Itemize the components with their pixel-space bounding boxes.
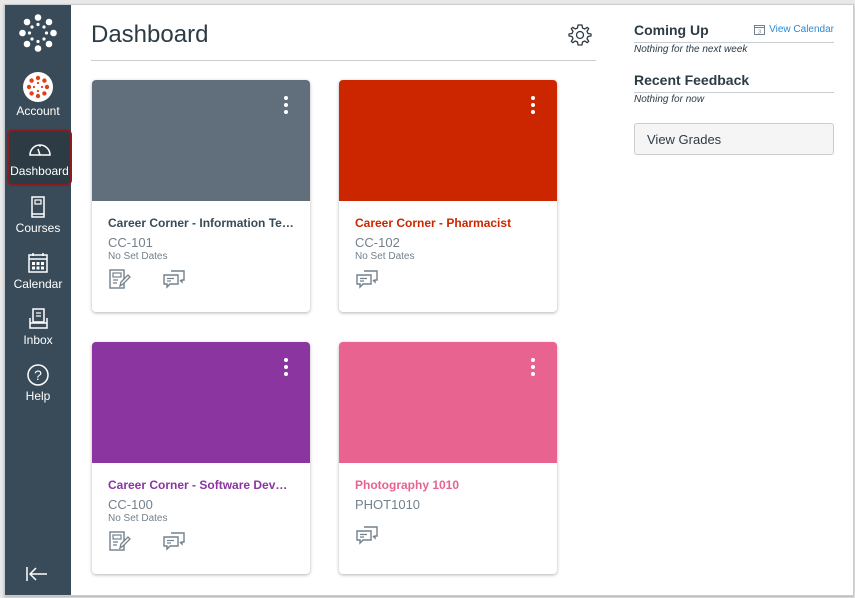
- coming-up-header: Coming Up 3 View Calendar: [634, 22, 834, 43]
- nav-label: Courses: [15, 221, 61, 235]
- dashboard-gauge-icon: [28, 144, 51, 156]
- discussions-icon[interactable]: [355, 268, 379, 290]
- courses-book-icon: [31, 196, 45, 218]
- nav-account[interactable]: Account: [5, 72, 71, 118]
- course-title[interactable]: Career Corner - Pharmacist: [355, 216, 541, 230]
- discussions-icon[interactable]: [355, 524, 379, 546]
- recent-feedback-title: Recent Feedback: [634, 72, 750, 88]
- svg-text:?: ?: [34, 367, 42, 383]
- account-avatar-icon: [23, 72, 53, 102]
- course-card-hero[interactable]: [92, 80, 310, 201]
- nav-help[interactable]: ? Help: [5, 363, 71, 403]
- discussions-icon[interactable]: [162, 268, 186, 290]
- help-question-icon: ?: [27, 364, 49, 386]
- course-title[interactable]: Career Corner - Information Techn...: [108, 216, 294, 230]
- course-card[interactable]: Photography 1010 PHOT1010: [339, 342, 557, 574]
- view-grades-button[interactable]: View Grades: [634, 123, 834, 155]
- course-code: CC-100: [108, 497, 153, 512]
- nav-courses[interactable]: Courses: [5, 195, 71, 235]
- view-calendar-link[interactable]: 3 View Calendar: [754, 24, 834, 35]
- nav-label: Account: [16, 104, 60, 118]
- inbox-icon: [29, 308, 48, 329]
- nav-label: Dashboard: [10, 164, 69, 178]
- card-options-icon[interactable]: [282, 96, 290, 118]
- nav-label: Help: [25, 389, 51, 403]
- card-options-icon[interactable]: [282, 358, 290, 380]
- course-code: CC-101: [108, 235, 153, 250]
- course-code: CC-102: [355, 235, 400, 250]
- view-calendar-label: View Calendar: [769, 24, 834, 35]
- coming-up-empty: Nothing for the next week: [634, 44, 748, 55]
- course-term: No Set Dates: [108, 251, 168, 262]
- svg-text:3: 3: [758, 29, 761, 35]
- recent-feedback-empty: Nothing for now: [634, 94, 705, 105]
- course-title[interactable]: Photography 1010: [355, 478, 541, 492]
- collapse-arrow-icon[interactable]: [25, 565, 49, 583]
- recent-feedback-header: Recent Feedback: [634, 72, 834, 93]
- assignments-icon[interactable]: [108, 268, 132, 290]
- course-card[interactable]: Career Corner - Information Techn... CC-…: [92, 80, 310, 312]
- gear-icon[interactable]: [568, 23, 592, 47]
- course-card[interactable]: Career Corner - Software Developer CC-10…: [92, 342, 310, 574]
- course-term: No Set Dates: [108, 513, 168, 524]
- discussions-icon[interactable]: [162, 530, 186, 552]
- card-options-icon[interactable]: [529, 96, 537, 118]
- nav-label: Inbox: [23, 333, 53, 347]
- course-card-hero[interactable]: [92, 342, 310, 463]
- calendar-small-icon: 3: [754, 25, 766, 35]
- canvas-window: Account Dashboard Courses Calendar Inbox…: [4, 4, 854, 596]
- course-card-hero[interactable]: [339, 80, 557, 201]
- header-divider: [91, 60, 596, 61]
- page-title: Dashboard: [91, 21, 209, 48]
- course-card[interactable]: Career Corner - Pharmacist CC-102 No Set…: [339, 80, 557, 312]
- canvas-logo-icon[interactable]: [18, 13, 58, 53]
- dashboard-main: Dashboard Career Corner - Information Te…: [91, 5, 596, 595]
- nav-inbox[interactable]: Inbox: [5, 307, 71, 347]
- calendar-icon: [28, 253, 48, 273]
- nav-dashboard[interactable]: Dashboard: [7, 129, 72, 186]
- course-term: No Set Dates: [355, 251, 415, 262]
- card-options-icon[interactable]: [529, 358, 537, 380]
- course-card-hero[interactable]: [339, 342, 557, 463]
- course-code: PHOT1010: [355, 497, 421, 512]
- nav-label: Calendar: [13, 277, 63, 291]
- global-nav: Account Dashboard Courses Calendar Inbox…: [5, 5, 72, 595]
- nav-calendar[interactable]: Calendar: [5, 251, 71, 291]
- assignments-icon[interactable]: [108, 530, 132, 552]
- course-title[interactable]: Career Corner - Software Developer: [108, 478, 294, 492]
